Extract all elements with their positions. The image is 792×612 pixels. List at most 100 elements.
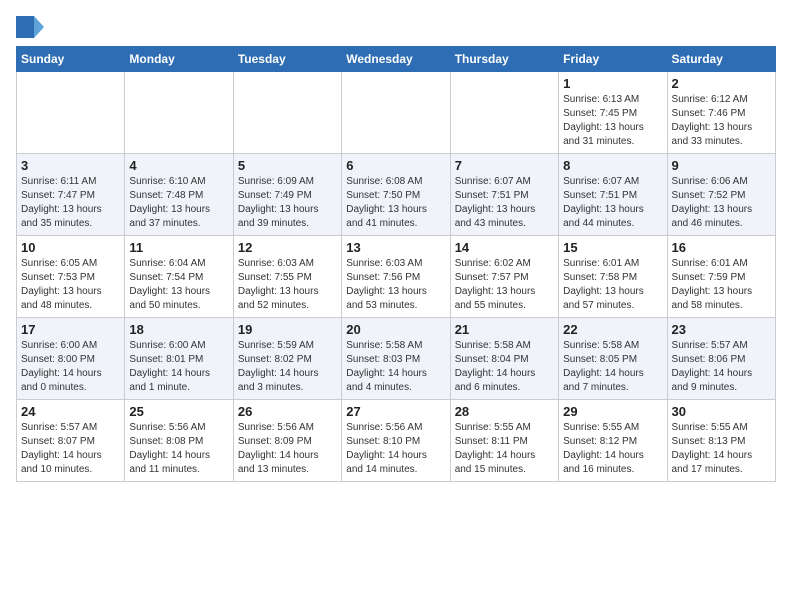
cell-info: Sunrise: 6:07 AM Sunset: 7:51 PM Dayligh… — [563, 175, 662, 231]
day-number: 9 — [672, 158, 771, 173]
cell-info: Sunrise: 6:00 AM Sunset: 8:00 PM Dayligh… — [21, 339, 120, 395]
day-number: 26 — [238, 404, 337, 419]
day-number: 4 — [129, 158, 228, 173]
calendar-cell: 26Sunrise: 5:56 AM Sunset: 8:09 PM Dayli… — [233, 400, 341, 482]
cell-info: Sunrise: 6:03 AM Sunset: 7:55 PM Dayligh… — [238, 257, 337, 313]
calendar-cell: 10 Sunrise: 6:05 AM Sunset: 7:53 PM Dayli… — [17, 236, 125, 318]
day-number: 19 — [238, 322, 337, 337]
calendar-cell: 1 Sunrise: 6:13 AM Sunset: 7:45 PM Daylig… — [559, 72, 667, 154]
day-number: 20 — [346, 322, 445, 337]
cell-info: Sunrise: 5:55 AM Sunset: 8:11 PM Dayligh… — [455, 421, 554, 477]
calendar-cell: 12 Sunrise: 6:03 AM Sunset: 7:55 PM Dayli… — [233, 236, 341, 318]
calendar-cell: 15 Sunrise: 6:01 AM Sunset: 7:58 PM Dayli… — [559, 236, 667, 318]
calendar-week-row: 3 Sunrise: 6:11 AM Sunset: 7:47 PM Daylig… — [17, 154, 776, 236]
cell-info: Sunrise: 6:00 AM Sunset: 8:01 PM Dayligh… — [129, 339, 228, 395]
calendar-cell — [17, 72, 125, 154]
calendar-cell: 25 Sunrise: 5:56 AM Sunset: 8:08 PM Dayli… — [125, 400, 233, 482]
calendar-cell: 3 Sunrise: 6:11 AM Sunset: 7:47 PM Daylig… — [17, 154, 125, 236]
cell-info: Sunrise: 5:58 AM Sunset: 8:03 PM Dayligh… — [346, 339, 445, 395]
logo — [16, 16, 48, 38]
day-number: 1 — [563, 76, 662, 91]
header-day-sunday: Sunday — [17, 47, 125, 72]
day-number: 10 — [21, 240, 120, 255]
calendar-cell: 14Sunrise: 6:02 AM Sunset: 7:57 PM Dayli… — [450, 236, 558, 318]
day-number: 2 — [672, 76, 771, 91]
calendar-cell: 23 Sunrise: 5:57 AM Sunset: 8:06 PM Dayli… — [667, 318, 775, 400]
calendar-cell: 6Sunrise: 6:08 AM Sunset: 7:50 PM Daylig… — [342, 154, 450, 236]
cell-info: Sunrise: 5:58 AM Sunset: 8:05 PM Dayligh… — [563, 339, 662, 395]
day-number: 27 — [346, 404, 445, 419]
cell-info: Sunrise: 5:59 AM Sunset: 8:02 PM Dayligh… — [238, 339, 337, 395]
calendar-cell: 21Sunrise: 5:58 AM Sunset: 8:04 PM Dayli… — [450, 318, 558, 400]
calendar-table: SundayMondayTuesdayWednesdayThursdayFrid… — [16, 46, 776, 482]
calendar-week-row: 17 Sunrise: 6:00 AM Sunset: 8:00 PM Dayli… — [17, 318, 776, 400]
calendar-cell: 13 Sunrise: 6:03 AM Sunset: 7:56 PM Dayli… — [342, 236, 450, 318]
calendar-cell: 7 Sunrise: 6:07 AM Sunset: 7:51 PM Daylig… — [450, 154, 558, 236]
calendar-cell — [233, 72, 341, 154]
day-number: 12 — [238, 240, 337, 255]
header-day-tuesday: Tuesday — [233, 47, 341, 72]
calendar-cell: 8 Sunrise: 6:07 AM Sunset: 7:51 PM Daylig… — [559, 154, 667, 236]
day-number: 14 — [455, 240, 554, 255]
cell-info: Sunrise: 6:07 AM Sunset: 7:51 PM Dayligh… — [455, 175, 554, 231]
day-number: 25 — [129, 404, 228, 419]
day-number: 24 — [21, 404, 120, 419]
calendar-cell: 2Sunrise: 6:12 AM Sunset: 7:46 PM Daylig… — [667, 72, 775, 154]
calendar-cell: 17 Sunrise: 6:00 AM Sunset: 8:00 PM Dayli… — [17, 318, 125, 400]
calendar-cell: 29 Sunrise: 5:55 AM Sunset: 8:12 PM Dayli… — [559, 400, 667, 482]
cell-info: Sunrise: 6:10 AM Sunset: 7:48 PM Dayligh… — [129, 175, 228, 231]
day-number: 13 — [346, 240, 445, 255]
cell-info: Sunrise: 6:01 AM Sunset: 7:59 PM Dayligh… — [672, 257, 771, 313]
header-day-thursday: Thursday — [450, 47, 558, 72]
calendar-week-row: 1 Sunrise: 6:13 AM Sunset: 7:45 PM Daylig… — [17, 72, 776, 154]
day-number: 23 — [672, 322, 771, 337]
day-number: 21 — [455, 322, 554, 337]
cell-info: Sunrise: 6:05 AM Sunset: 7:53 PM Dayligh… — [21, 257, 120, 313]
day-number: 16 — [672, 240, 771, 255]
day-number: 15 — [563, 240, 662, 255]
cell-info: Sunrise: 6:11 AM Sunset: 7:47 PM Dayligh… — [21, 175, 120, 231]
header-day-monday: Monday — [125, 47, 233, 72]
calendar-cell: 11 Sunrise: 6:04 AM Sunset: 7:54 PM Dayli… — [125, 236, 233, 318]
calendar-cell: 28 Sunrise: 5:55 AM Sunset: 8:11 PM Dayli… — [450, 400, 558, 482]
cell-info: Sunrise: 6:04 AM Sunset: 7:54 PM Dayligh… — [129, 257, 228, 313]
calendar-cell: 20 Sunrise: 5:58 AM Sunset: 8:03 PM Dayli… — [342, 318, 450, 400]
calendar-cell: 18 Sunrise: 6:00 AM Sunset: 8:01 PM Dayli… — [125, 318, 233, 400]
calendar-week-row: 10 Sunrise: 6:05 AM Sunset: 7:53 PM Dayli… — [17, 236, 776, 318]
calendar-header-row: SundayMondayTuesdayWednesdayThursdayFrid… — [17, 47, 776, 72]
day-number: 22 — [563, 322, 662, 337]
calendar-week-row: 24Sunrise: 5:57 AM Sunset: 8:07 PM Dayli… — [17, 400, 776, 482]
cell-info: Sunrise: 6:06 AM Sunset: 7:52 PM Dayligh… — [672, 175, 771, 231]
day-number: 8 — [563, 158, 662, 173]
day-number: 29 — [563, 404, 662, 419]
cell-info: Sunrise: 5:57 AM Sunset: 8:06 PM Dayligh… — [672, 339, 771, 395]
header-day-wednesday: Wednesday — [342, 47, 450, 72]
day-number: 28 — [455, 404, 554, 419]
calendar-cell: 9 Sunrise: 6:06 AM Sunset: 7:52 PM Daylig… — [667, 154, 775, 236]
calendar-cell — [125, 72, 233, 154]
day-number: 3 — [21, 158, 120, 173]
cell-info: Sunrise: 5:56 AM Sunset: 8:08 PM Dayligh… — [129, 421, 228, 477]
calendar-cell: 30 Sunrise: 5:55 AM Sunset: 8:13 PM Dayli… — [667, 400, 775, 482]
calendar-cell: 16 Sunrise: 6:01 AM Sunset: 7:59 PM Dayli… — [667, 236, 775, 318]
cell-info: Sunrise: 6:13 AM Sunset: 7:45 PM Dayligh… — [563, 93, 662, 149]
cell-info: Sunrise: 5:55 AM Sunset: 8:13 PM Dayligh… — [672, 421, 771, 477]
day-number: 30 — [672, 404, 771, 419]
day-number: 7 — [455, 158, 554, 173]
calendar-cell: 27Sunrise: 5:56 AM Sunset: 8:10 PM Dayli… — [342, 400, 450, 482]
cell-info: Sunrise: 5:55 AM Sunset: 8:12 PM Dayligh… — [563, 421, 662, 477]
cell-info: Sunrise: 6:09 AM Sunset: 7:49 PM Dayligh… — [238, 175, 337, 231]
day-number: 17 — [21, 322, 120, 337]
page-header — [16, 16, 776, 38]
calendar-cell: 5Sunrise: 6:09 AM Sunset: 7:49 PM Daylig… — [233, 154, 341, 236]
calendar-cell: 4 Sunrise: 6:10 AM Sunset: 7:48 PM Daylig… — [125, 154, 233, 236]
cell-info: Sunrise: 6:03 AM Sunset: 7:56 PM Dayligh… — [346, 257, 445, 313]
logo-icon — [16, 16, 44, 38]
calendar-cell: 22 Sunrise: 5:58 AM Sunset: 8:05 PM Dayli… — [559, 318, 667, 400]
day-number: 11 — [129, 240, 228, 255]
header-day-friday: Friday — [559, 47, 667, 72]
calendar-cell — [450, 72, 558, 154]
day-number: 18 — [129, 322, 228, 337]
header-day-saturday: Saturday — [667, 47, 775, 72]
cell-info: Sunrise: 6:01 AM Sunset: 7:58 PM Dayligh… — [563, 257, 662, 313]
